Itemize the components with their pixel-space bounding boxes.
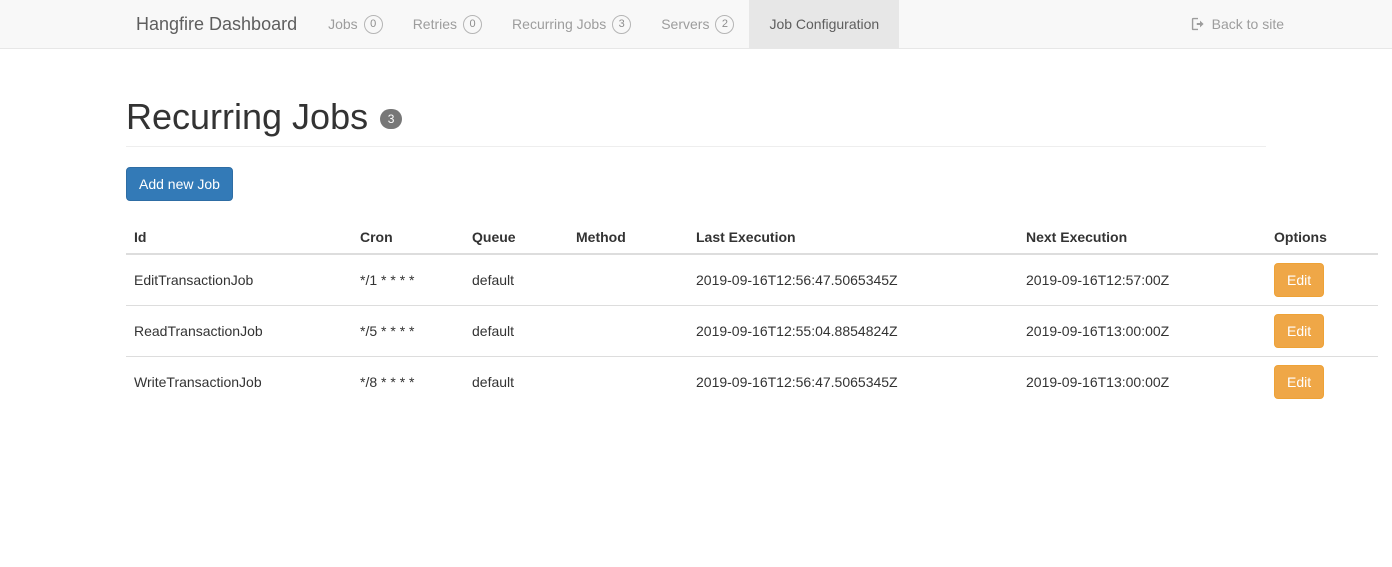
nav-item-label: Retries (412, 16, 458, 32)
column-header-options: Options (1266, 220, 1378, 255)
column-header-cron: Cron (352, 220, 464, 255)
recurring-jobs-table: Id Cron Queue Method Last Execution Next… (126, 220, 1378, 407)
cell-options: Edit (1266, 304, 1378, 357)
table-body: EditTransactionJob */1 * * * * default 2… (126, 254, 1378, 407)
nav-item-job-configuration[interactable]: Job Configuration (749, 0, 900, 48)
cell-last-execution: 2019-09-16T12:56:47.5065345Z (688, 355, 1018, 407)
nav-badge-servers: 2 (715, 14, 735, 34)
column-header-method: Method (568, 220, 688, 255)
column-header-last-execution: Last Execution (688, 220, 1018, 255)
cell-cron: */1 * * * * (360, 271, 415, 288)
back-to-site-link[interactable]: Back to site (1191, 16, 1284, 32)
back-to-site-label: Back to site (1211, 16, 1284, 32)
table-row: WriteTransactionJob */8 * * * * default … (126, 355, 1378, 407)
nav-badge-retries: 0 (463, 14, 483, 34)
nav-item-label: Jobs (328, 16, 358, 32)
sign-out-icon (1191, 17, 1205, 31)
cell-id: EditTransactionJob (134, 271, 254, 288)
cell-method (568, 304, 688, 357)
cell-method (568, 254, 688, 306)
cell-queue: default (464, 355, 568, 407)
nav-item-label: Job Configuration (769, 16, 880, 32)
table-row: ReadTransactionJob */5 * * * * default 2… (126, 304, 1378, 357)
cell-cron: */5 * * * * (352, 304, 464, 357)
cell-method (568, 355, 688, 407)
cell-id: ReadTransactionJob (126, 304, 352, 357)
navbar-right-group: Back to site (1191, 0, 1392, 48)
nav-item-label: Recurring Jobs (512, 16, 607, 32)
nav-item-label: Servers (661, 16, 710, 32)
cell-options: Edit (1266, 254, 1378, 306)
cell-next-execution: 2019-09-16T12:57:00Z (1026, 271, 1170, 288)
cell-cron: */8 * * * * (352, 355, 464, 407)
nav-item-recurring-jobs[interactable]: Recurring Jobs 3 (497, 0, 646, 48)
cell-next-execution: 2019-09-16T13:00:00Z (1018, 355, 1266, 407)
cell-id: WriteTransactionJob (126, 355, 352, 407)
column-header-id: Id (126, 220, 352, 255)
page-title-badge: 3 (380, 108, 403, 129)
table-head: Id Cron Queue Method Last Execution Next… (126, 220, 1378, 255)
cell-next-execution: 2019-09-16T13:00:00Z (1018, 304, 1266, 357)
nav-item-jobs[interactable]: Jobs 0 (313, 0, 398, 48)
cell-queue: default (472, 271, 515, 288)
page-header: Recurring Jobs 3 (126, 49, 1266, 147)
brand-link[interactable]: Hangfire Dashboard (136, 0, 313, 48)
nav-item-retries[interactable]: Retries 0 (398, 0, 497, 48)
nav-item-servers[interactable]: Servers 2 (646, 0, 749, 48)
column-header-queue: Queue (464, 220, 568, 255)
edit-button[interactable]: Edit (1274, 313, 1325, 348)
table-header-row: Id Cron Queue Method Last Execution Next… (126, 220, 1378, 255)
edit-button[interactable]: Edit (1274, 262, 1325, 297)
navbar-left-group: Hangfire Dashboard Jobs 0 Retries 0 Recu… (136, 0, 900, 48)
nav-badge-recurring-jobs: 3 (612, 14, 632, 34)
nav-badge-jobs: 0 (363, 14, 383, 34)
column-header-next-execution: Next Execution (1018, 220, 1266, 255)
cell-last-execution: 2019-09-16T12:55:04.8854824Z (688, 304, 1018, 357)
cell-last-execution: 2019-09-16T12:56:47.5065345Z (696, 271, 898, 288)
table-row: EditTransactionJob */1 * * * * default 2… (126, 254, 1378, 306)
add-new-job-button[interactable]: Add new Job (126, 166, 233, 201)
page-title-text: Recurring Jobs (126, 96, 369, 137)
main-container: Recurring Jobs 3 Add new Job Id Cron Que… (126, 49, 1378, 407)
top-navbar: Hangfire Dashboard Jobs 0 Retries 0 Recu… (0, 0, 1392, 49)
cell-options: Edit (1266, 355, 1378, 407)
page-title: Recurring Jobs 3 (126, 97, 1266, 137)
toolbar: Add new Job (126, 166, 1266, 201)
edit-button[interactable]: Edit (1274, 364, 1325, 399)
cell-queue: default (464, 304, 568, 357)
